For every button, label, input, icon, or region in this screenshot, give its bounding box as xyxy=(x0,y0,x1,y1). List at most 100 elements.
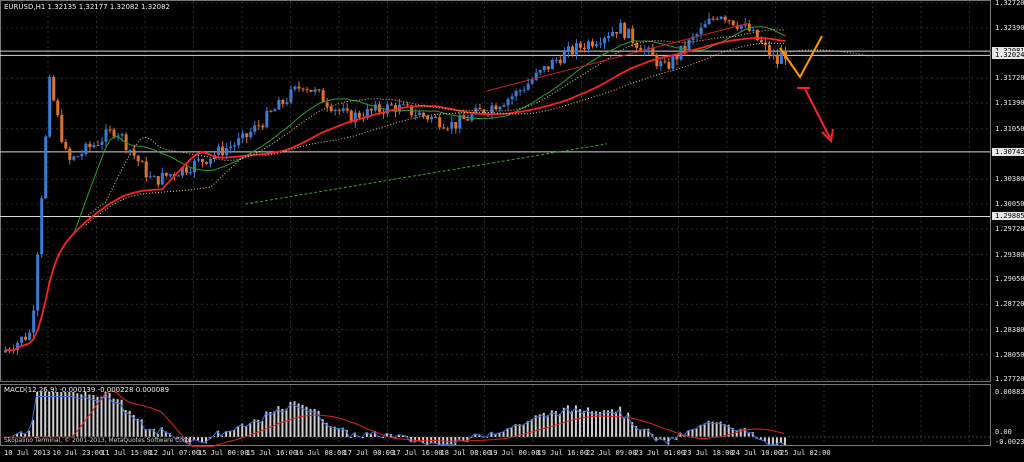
bearish-candle xyxy=(261,125,265,128)
macd-histogram-bar xyxy=(269,411,272,437)
bullish-candle xyxy=(518,90,522,92)
price-tick-label: 1.28720 xyxy=(995,300,1024,309)
bearish-candle xyxy=(422,112,426,117)
macd-histogram-bar xyxy=(695,428,698,437)
zigzag-projection-icon xyxy=(779,35,823,79)
macd-histogram-bar xyxy=(783,437,786,445)
bearish-candle xyxy=(56,100,60,116)
time-tick-label: 15 Jul 00:00 xyxy=(198,449,249,457)
price-tick-label: 1.30743 xyxy=(992,147,1024,156)
time-tick-label: 22 Jul 09:00 xyxy=(586,449,637,457)
bearish-candle xyxy=(221,146,225,156)
bearish-candle xyxy=(305,89,309,91)
macd-histogram-bar xyxy=(530,419,533,437)
bearish-candle xyxy=(406,104,410,106)
time-tick-label: 19 Jul 00:00 xyxy=(489,449,540,457)
bullish-candle xyxy=(76,156,80,158)
bearish-candle xyxy=(205,162,209,164)
bullish-candle xyxy=(209,158,213,164)
macd-histogram-bar xyxy=(703,423,706,437)
macd-histogram-bar xyxy=(44,392,47,437)
bearish-candle xyxy=(112,129,116,137)
macd-histogram-bar xyxy=(273,411,276,437)
macd-histogram-bar xyxy=(526,421,529,437)
bearish-candle xyxy=(201,159,205,163)
bullish-candle xyxy=(566,46,570,52)
bullish-candle xyxy=(333,109,337,112)
bullish-candle xyxy=(80,153,84,157)
bullish-candle xyxy=(719,16,723,19)
price-tick-label: 1.31050 xyxy=(995,124,1024,133)
macd-histogram-bar xyxy=(534,415,537,437)
macd-tick-label: 0.008832 xyxy=(995,388,1024,396)
bearish-candle xyxy=(68,148,72,160)
price-tick-label: 1.29380 xyxy=(995,250,1024,259)
price-tick-label: 1.29720 xyxy=(995,224,1024,233)
macd-histogram-bar xyxy=(546,415,549,437)
time-tick-label: 17 Jul 00:00 xyxy=(343,449,395,457)
macd-histogram-bar xyxy=(124,410,127,437)
bearish-candle xyxy=(389,104,393,106)
bearish-candle xyxy=(759,40,763,43)
bullish-candle xyxy=(176,175,180,177)
macd-histogram-bar xyxy=(281,408,284,437)
macd-header: MACD(12,26,9) -0.000139 -0.000228 0.0000… xyxy=(4,386,170,394)
bearish-candle xyxy=(494,105,498,110)
bullish-candle xyxy=(128,150,132,152)
bearish-candle xyxy=(590,41,594,47)
macd-histogram-bar xyxy=(607,410,610,437)
macd-histogram-bar xyxy=(68,392,71,437)
macd-histogram-bar xyxy=(301,404,304,437)
bullish-candle xyxy=(293,86,297,90)
time-tick-label: 10 Jul 23:00 xyxy=(52,449,104,457)
bearish-candle xyxy=(337,109,341,111)
bullish-candle xyxy=(373,104,377,111)
time-tick-label: 15 Jul 16:00 xyxy=(246,449,298,457)
bullish-candle xyxy=(502,105,506,107)
bullish-candle xyxy=(450,122,454,129)
macd-histogram-bar xyxy=(84,392,87,437)
bullish-candle xyxy=(414,115,418,117)
time-tick-label: 19 Jul 16:00 xyxy=(537,449,589,457)
bullish-candle xyxy=(574,43,578,55)
price-tick-label: 1.29050 xyxy=(995,275,1024,284)
bearish-candle xyxy=(731,20,735,26)
macd-histogram-bar xyxy=(715,422,718,437)
macd-histogram-bar xyxy=(285,408,288,437)
bearish-candle xyxy=(329,106,333,112)
bullish-candle xyxy=(739,25,743,29)
bullish-candle xyxy=(671,56,675,69)
bullish-candle xyxy=(707,18,711,25)
bearish-candle xyxy=(466,119,470,121)
bullish-candle xyxy=(148,176,152,178)
bearish-candle xyxy=(269,110,273,112)
macd-histogram-bar xyxy=(297,403,300,437)
bullish-candle xyxy=(28,332,32,340)
bearish-candle xyxy=(775,54,779,64)
bearish-candle xyxy=(558,59,562,64)
bearish-candle xyxy=(245,133,249,138)
time-tick-label: 12 Jul 07:00 xyxy=(149,449,201,457)
bearish-candle xyxy=(309,89,313,92)
macd-histogram-bar xyxy=(293,401,296,437)
bullish-candle xyxy=(458,115,462,129)
macd-histogram-bar xyxy=(265,411,268,437)
bearish-candle xyxy=(156,176,160,185)
bearish-candle xyxy=(60,115,64,142)
time-tick-label: 10 Jul 2013 xyxy=(4,449,51,457)
macd-histogram-bar xyxy=(237,426,240,437)
bullish-candle xyxy=(229,146,233,149)
time-tick-label: 16 Jul 08:00 xyxy=(295,449,346,457)
bearish-candle xyxy=(747,23,751,31)
macd-histogram-bar xyxy=(510,427,513,437)
bullish-candle xyxy=(188,172,192,174)
bullish-candle xyxy=(20,336,24,343)
bearish-candle xyxy=(52,76,56,101)
macd-histogram-bar xyxy=(309,409,312,437)
copyright-text: Skopalino Terminal, © 2001-2013, MetaQuo… xyxy=(4,437,192,444)
bullish-candle xyxy=(225,148,229,156)
macd-histogram-bar xyxy=(60,392,63,437)
bearish-candle xyxy=(301,88,305,90)
macd-histogram-bar xyxy=(116,399,119,437)
bullish-candle xyxy=(196,159,200,161)
